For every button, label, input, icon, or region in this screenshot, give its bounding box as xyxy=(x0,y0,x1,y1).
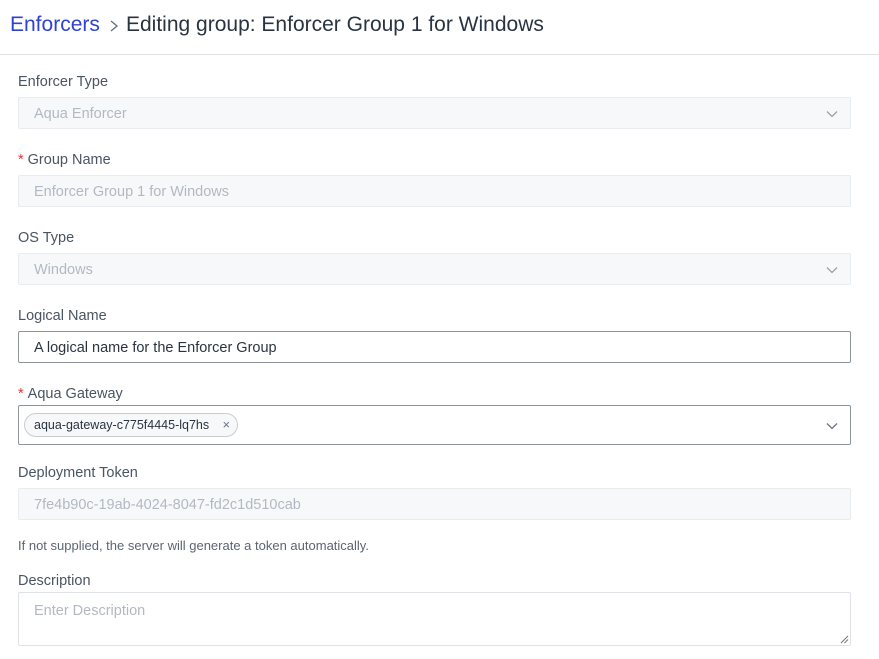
description-textarea[interactable]: Enter Description xyxy=(18,592,851,646)
deployment-token-label: Deployment Token xyxy=(18,465,138,481)
enforcer-type-label: Enforcer Type xyxy=(18,74,108,90)
logical-name-label: Logical Name xyxy=(18,308,107,324)
os-type-label-text: OS Type xyxy=(18,230,75,246)
description-label-text: Description xyxy=(18,573,91,589)
logical-name-label-text: Logical Name xyxy=(18,308,107,324)
group-name-value: Enforcer Group 1 for Windows xyxy=(34,184,230,200)
enforcer-type-value: Aqua Enforcer xyxy=(34,106,127,122)
deployment-token-label-text: Deployment Token xyxy=(18,465,138,481)
group-name-label: * Group Name xyxy=(18,152,111,168)
required-mark: * xyxy=(18,152,24,168)
os-type-label: OS Type xyxy=(18,230,74,246)
group-name-input[interactable]: Enforcer Group 1 for Windows xyxy=(18,175,851,207)
description-placeholder: Enter Description xyxy=(34,603,146,619)
gateway-tag-label: aqua-gateway-c775f4445-lq7hs xyxy=(34,418,210,432)
breadcrumb-enforcers-link[interactable]: Enforcers xyxy=(10,13,100,37)
resize-handle-icon[interactable] xyxy=(840,635,849,644)
deployment-token-value: 7fe4b90c-19ab-4024-8047-fd2c1d510cab xyxy=(34,497,301,513)
aqua-gateway-label-text: Aqua Gateway xyxy=(27,386,123,402)
page-header: Enforcers Editing group: Enforcer Group … xyxy=(0,0,879,55)
chevron-right-icon xyxy=(110,20,119,32)
deployment-token-input[interactable]: 7fe4b90c-19ab-4024-8047-fd2c1d510cab xyxy=(18,488,851,520)
chevron-down-icon xyxy=(826,111,838,118)
enforcer-type-label-text: Enforcer Type xyxy=(18,74,109,90)
logical-name-value: A logical name for the Enforcer Group xyxy=(34,340,277,356)
page-title: Editing group: Enforcer Group 1 for Wind… xyxy=(126,13,544,36)
os-type-select[interactable]: Windows xyxy=(18,253,851,285)
os-type-value: Windows xyxy=(34,262,93,278)
aqua-gateway-label: * Aqua Gateway xyxy=(18,386,123,402)
gateway-tag: aqua-gateway-c775f4445-lq7hs × xyxy=(24,413,239,437)
enforcer-type-select[interactable]: Aqua Enforcer xyxy=(18,97,851,129)
description-label: Description xyxy=(18,573,91,589)
aqua-gateway-select[interactable]: aqua-gateway-c775f4445-lq7hs × xyxy=(18,405,851,445)
group-name-label-text: Group Name xyxy=(27,152,111,168)
chevron-down-icon xyxy=(826,267,838,274)
logical-name-input[interactable]: A logical name for the Enforcer Group xyxy=(18,331,851,363)
close-icon[interactable]: × xyxy=(223,414,231,436)
chevron-down-icon xyxy=(826,423,838,430)
deployment-token-hint: If not supplied, the server will generat… xyxy=(18,538,369,553)
required-mark: * xyxy=(18,386,24,402)
